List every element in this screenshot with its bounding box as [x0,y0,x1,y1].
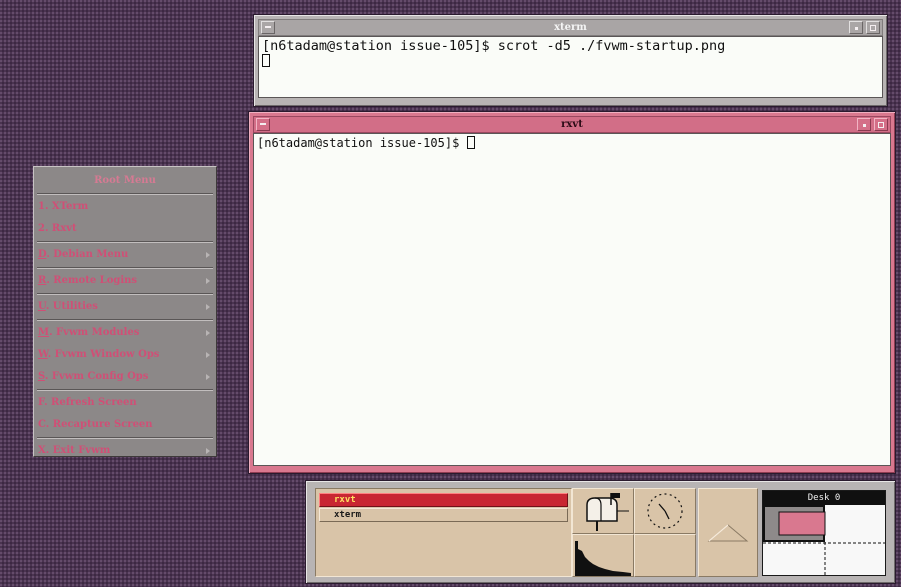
menu-label: . Fvwm Config Ops [44,371,149,382]
load-graph-applet [572,534,634,577]
empty-applet-slot [634,534,696,577]
menu-label: . Remote Logins [46,275,138,286]
submenu-arrow-icon [206,374,210,380]
menu-label: . Fvwm Window Ops [47,349,160,360]
menu-item-xterm[interactable]: 1. XTerm [37,196,213,218]
iconify-icon [863,124,866,127]
xterm-titlebar[interactable]: xterm [258,19,883,36]
window-menu-icon [260,123,266,125]
menu-accel: C [38,419,46,430]
root-menu-title: Root Menu [94,175,156,186]
terminal-cursor [466,136,475,149]
maximize-button[interactable] [874,118,888,131]
pager-viewport [763,505,885,575]
rxvt-terminal[interactable]: [n6tadam@station issue-105]$ [253,133,891,466]
rxvt-titlebar[interactable]: rxvt [253,116,891,133]
menu-label: . Debian Menu [46,249,129,260]
mailbox-icon [575,491,631,531]
xterm-command-line: [n6tadam@station issue-105]$ scrot -d5 .… [262,38,726,54]
menu-item-recapture-screen[interactable]: C. Recapture Screen [37,414,213,436]
desk-pager[interactable]: Desk 0 [762,490,886,576]
menu-item-rxvt[interactable]: 2. Rxvt [37,218,213,240]
menu-item-fvwm-modules[interactable]: M. Fvwm Modules [37,322,213,344]
iconify-button[interactable] [849,21,863,34]
rxvt-prompt: [n6tadam@station issue-105]$ [257,136,467,150]
maximize-button[interactable] [866,21,880,34]
menu-label: . Refresh Screen [44,397,137,408]
submenu-arrow-icon [206,330,210,336]
menu-separator [37,241,213,243]
menu-label: . XTerm [44,201,89,212]
menu-label: . Utilities [45,301,98,312]
menu-accel: M [38,327,50,338]
window-menu-button[interactable] [256,118,270,131]
submenu-arrow-icon [206,278,210,284]
window-list-button[interactable] [698,488,758,577]
xterm-terminal[interactable]: [n6tadam@station issue-105]$ scrot -d5 .… [258,36,883,98]
mail-applet[interactable] [572,488,634,534]
menu-separator [37,267,213,269]
menu-item-remote-logins[interactable]: R. Remote Logins [37,270,213,292]
terminal-cursor [262,54,270,67]
menu-accel: U [38,301,46,312]
menu-label: . Rxvt [44,223,77,234]
window-menu-button[interactable] [261,21,275,34]
menu-separator [37,389,213,391]
fvwm-buttons-panel: rxvt xterm Desk 0 [305,480,896,584]
iconify-icon [855,27,858,30]
menu-item-fvwm-window-ops[interactable]: W. Fvwm Window Ops [37,344,213,366]
clock-icon [647,493,683,529]
menu-accel: W [38,349,48,360]
menu-separator [37,319,213,321]
up-arrow-icon [707,524,749,542]
taskbar: rxvt xterm [315,488,572,577]
task-button-xterm[interactable]: xterm [319,508,568,522]
load-graph-icon [575,541,631,576]
menu-accel: X [38,445,46,456]
menu-label: . Recapture Screen [45,419,153,430]
menu-separator [37,437,213,439]
menu-item-exit-fvwm[interactable]: X. Exit Fvwm [37,440,213,462]
menu-label: . Exit Fvwm [45,445,111,456]
clock-applet [634,488,696,534]
menu-accel: S [38,371,45,382]
submenu-arrow-icon [206,448,210,454]
maximize-icon [878,122,884,128]
task-button-rxvt[interactable]: rxvt [319,493,568,507]
menu-accel: 1 [38,201,45,212]
menu-item-refresh-screen[interactable]: F. Refresh Screen [37,392,213,414]
submenu-arrow-icon [206,304,210,310]
menu-separator [37,293,213,295]
root-menu[interactable]: Root Menu 1. XTerm 2. Rxvt D. Debian Men… [33,166,217,457]
menu-label: . Fvwm Modules [49,327,140,338]
window-menu-icon [265,26,271,28]
iconify-button[interactable] [857,118,871,131]
xterm-title: xterm [554,22,587,33]
menu-item-utilities[interactable]: U. Utilities [37,296,213,318]
maximize-icon [870,25,876,31]
menu-separator [37,193,213,195]
menu-item-debian-menu[interactable]: D. Debian Menu [37,244,213,266]
rxvt-window[interactable]: rxvt [n6tadam@station issue-105]$ [248,111,896,474]
menu-accel: 2 [38,223,45,234]
rxvt-title: rxvt [561,119,583,130]
submenu-arrow-icon [206,352,210,358]
desk-label: Desk 0 [763,491,885,505]
menu-item-fvwm-config-ops[interactable]: S. Fvwm Config Ops [37,366,213,388]
submenu-arrow-icon [206,252,210,258]
xterm-window[interactable]: xterm [n6tadam@station issue-105]$ scrot… [253,14,888,107]
